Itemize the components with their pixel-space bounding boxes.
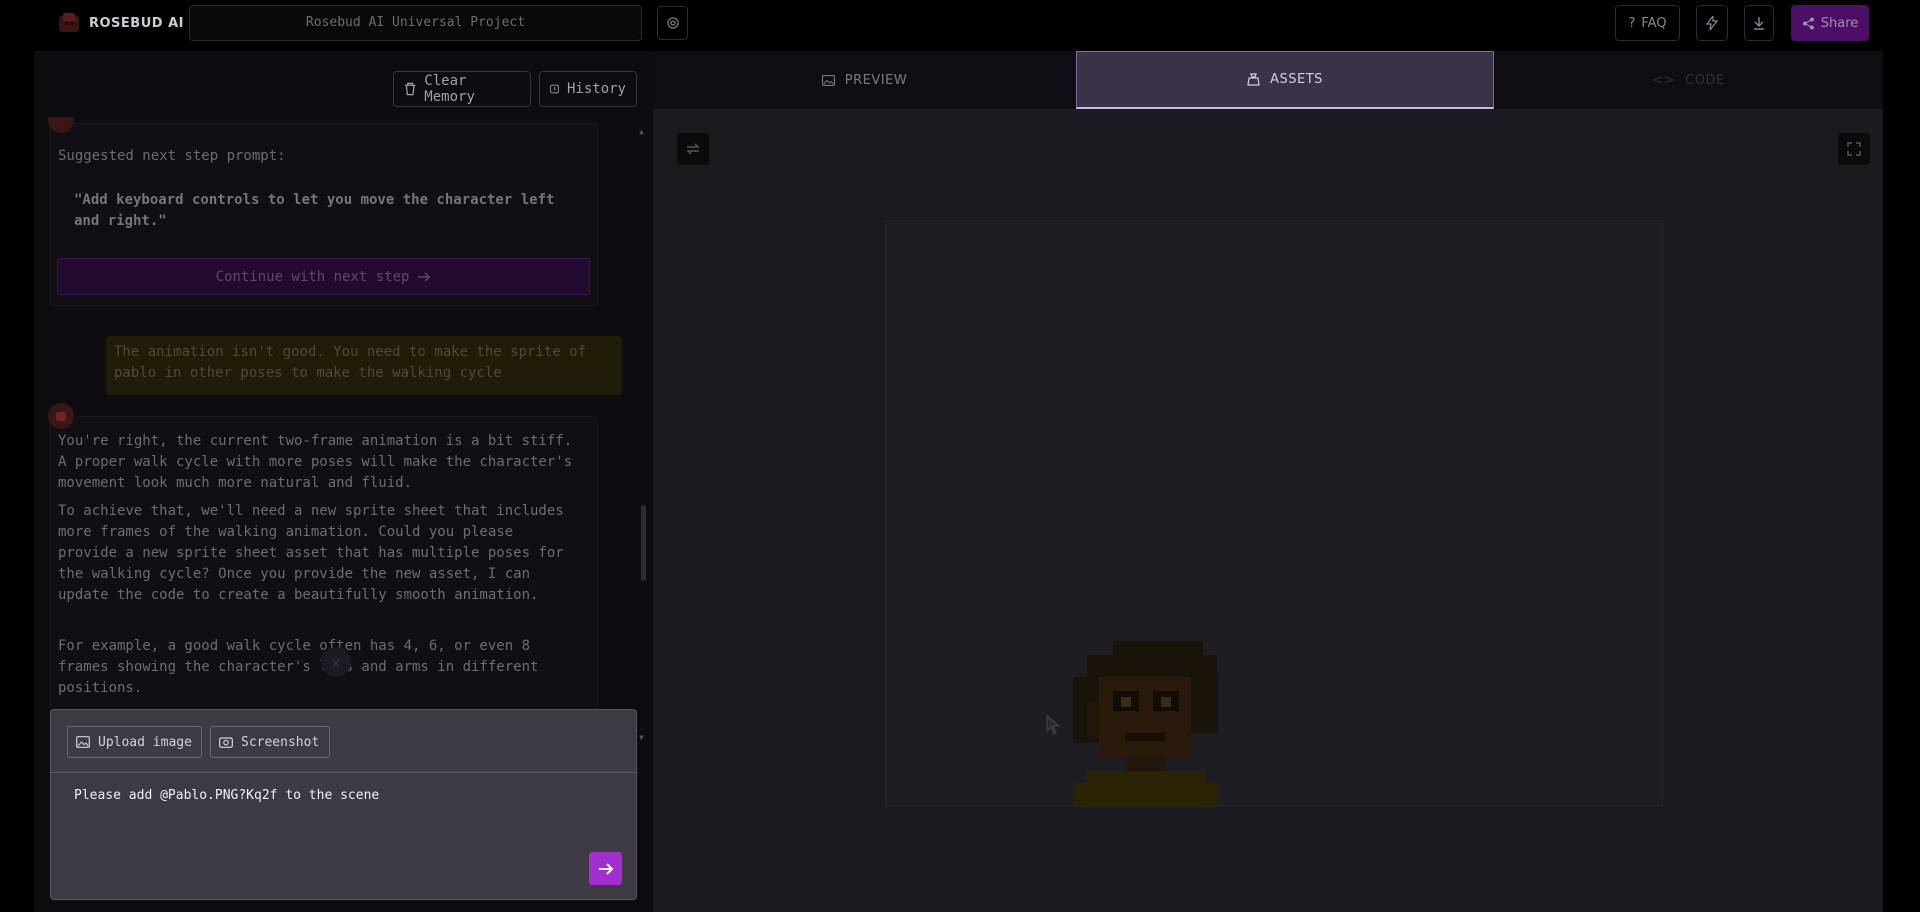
composer-toolbar: Upload image Screenshot xyxy=(51,710,636,773)
history-icon xyxy=(550,84,559,94)
fullscreen-icon xyxy=(1847,142,1861,156)
prompt-composer: Upload image Screenshot Please add @Pabl… xyxy=(50,709,637,900)
workspace-pane: PREVIEW ASSETS <> CODE xyxy=(653,51,1883,912)
rosebud-avatar-icon xyxy=(56,412,66,421)
scroll-thumb[interactable] xyxy=(641,505,646,581)
upload-image-button[interactable]: Upload image xyxy=(67,726,202,758)
user-message: The animation isn't good. You need to ma… xyxy=(106,336,622,395)
history-label: History xyxy=(566,81,626,97)
image-icon xyxy=(76,736,90,748)
clear-memory-label: Clear Memory xyxy=(424,73,475,105)
camera-icon xyxy=(219,737,233,748)
trash-icon xyxy=(404,82,416,96)
assets-icon xyxy=(1247,73,1260,86)
rosebud-logo-icon xyxy=(59,13,79,32)
tab-code[interactable]: <> CODE xyxy=(1494,51,1883,109)
download-icon xyxy=(1754,17,1764,30)
app-name: ROSEBUD AI xyxy=(89,15,184,31)
quick-action-button[interactable] xyxy=(1696,5,1728,41)
assistant-avatar xyxy=(48,403,74,429)
share-button[interactable]: Share xyxy=(1791,5,1869,41)
code-icon: <> xyxy=(1652,72,1676,88)
history-button[interactable]: History xyxy=(539,71,637,107)
continue-label: Continue with next step xyxy=(215,268,410,285)
assistant-paragraph: You're right, the current two-frame anim… xyxy=(58,433,573,491)
share-label: Share xyxy=(1820,15,1859,31)
asset-canvas[interactable] xyxy=(885,220,1663,807)
close-icon[interactable]: ✕ xyxy=(321,647,351,677)
workspace-tabs: PREVIEW ASSETS <> CODE xyxy=(653,51,1883,109)
upload-label: Upload image xyxy=(98,734,192,750)
pablo-sprite xyxy=(1073,641,1218,807)
settings-button[interactable] xyxy=(657,6,688,40)
tab-assets-label: ASSETS xyxy=(1270,72,1323,87)
screenshot-button[interactable]: Screenshot xyxy=(210,726,330,758)
faq-button[interactable]: ? FAQ xyxy=(1615,5,1680,41)
faq-label: FAQ xyxy=(1641,15,1667,31)
tab-preview[interactable]: PREVIEW xyxy=(653,51,1076,109)
suggested-prompt-text: "Add keyboard controls to let you move t… xyxy=(74,192,555,229)
project-name-input[interactable]: Rosebud AI Universal Project xyxy=(189,5,642,41)
fullscreen-button[interactable] xyxy=(1838,133,1870,165)
image-icon xyxy=(821,74,835,86)
swap-button[interactable] xyxy=(677,133,709,165)
clear-memory-button[interactable]: Clear Memory xyxy=(393,71,531,107)
send-button[interactable] xyxy=(589,852,622,885)
prompt-input[interactable]: Please add @Pablo.PNG?Kq2f to the scene xyxy=(74,788,379,803)
top-bar: ROSEBUD AI Rosebud AI Universal Project … xyxy=(0,0,1920,44)
assistant-paragraph: For example, a good walk cycle often has… xyxy=(58,638,539,696)
chat-header: Clear Memory History xyxy=(34,51,653,125)
app-logo[interactable]: ROSEBUD AI xyxy=(56,10,184,36)
tab-code-label: CODE xyxy=(1685,72,1725,88)
chat-pane: Clear Memory History Suggested next step… xyxy=(34,51,653,912)
screenshot-label: Screenshot xyxy=(241,734,320,750)
mouse-cursor-icon xyxy=(1046,715,1060,735)
continue-next-step-button[interactable]: Continue with next step xyxy=(57,258,590,295)
tab-assets[interactable]: ASSETS xyxy=(1076,51,1494,109)
scroll-up-icon[interactable]: ▲ xyxy=(639,127,644,136)
chat-scrollbar[interactable]: ▲ ▼ xyxy=(638,125,648,745)
arrow-right-icon xyxy=(598,862,613,875)
tab-preview-label: PREVIEW xyxy=(844,72,908,88)
assistant-paragraph: To achieve that, we'll need a new sprite… xyxy=(58,503,564,603)
share-icon xyxy=(1802,17,1814,29)
swap-icon xyxy=(686,143,700,155)
gear-icon xyxy=(666,17,679,29)
arrow-right-icon xyxy=(418,271,431,282)
download-button[interactable] xyxy=(1744,5,1774,41)
bolt-icon xyxy=(1706,16,1718,30)
question-icon: ? xyxy=(1628,15,1636,31)
suggested-prompt-label: Suggested next step prompt: xyxy=(58,148,286,164)
scroll-down-icon[interactable]: ▼ xyxy=(639,733,644,742)
